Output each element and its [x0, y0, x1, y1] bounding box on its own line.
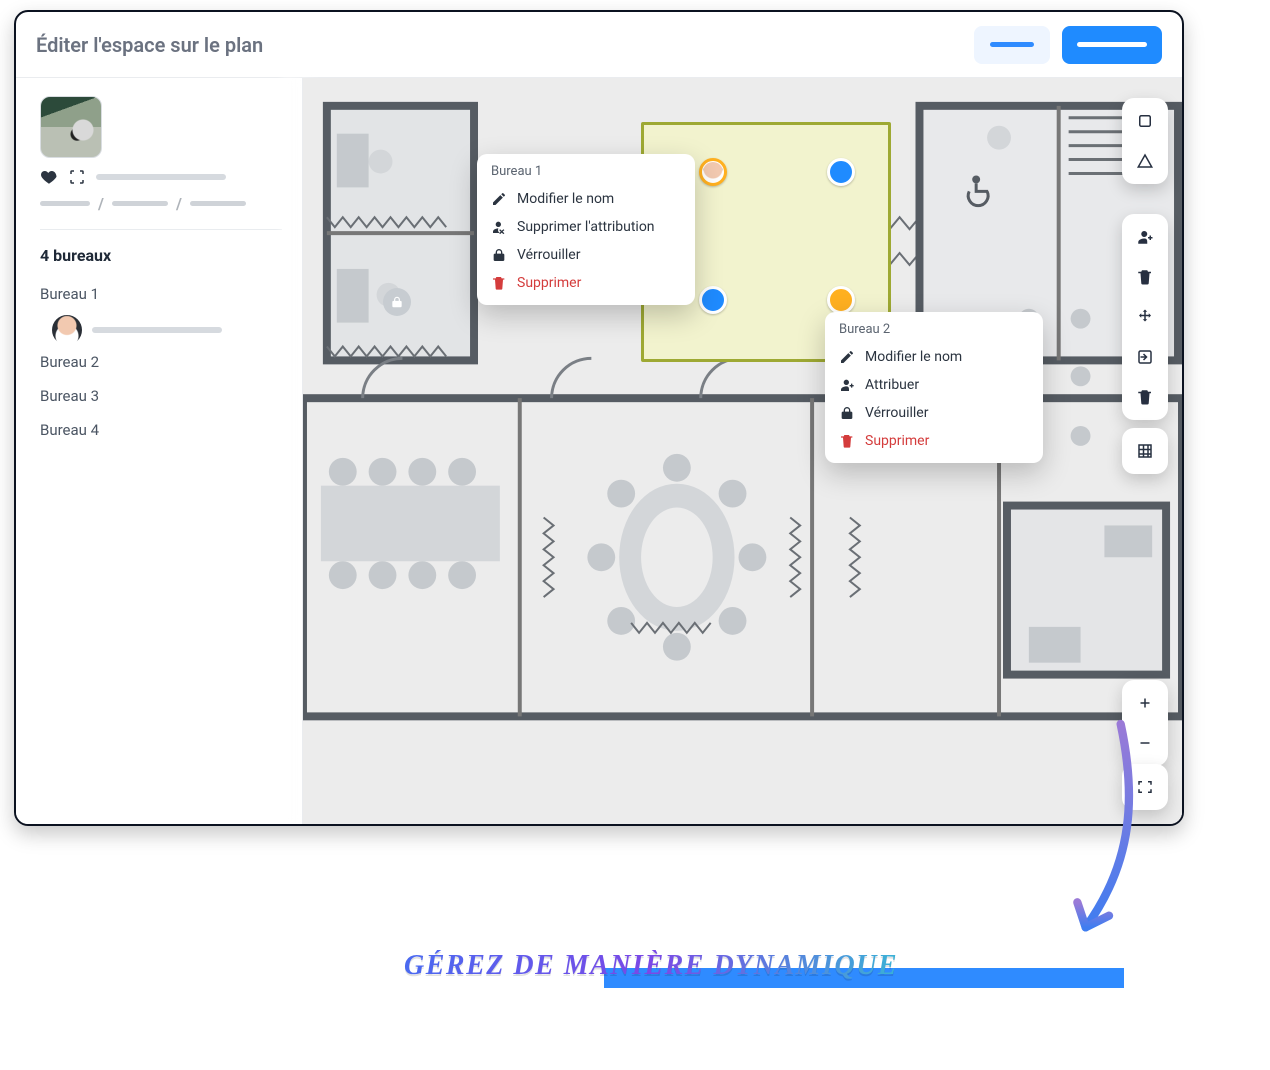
office-list: Bureau 1 Bureau 2 Bureau 3 Bureau 4: [40, 277, 282, 447]
space-thumbnail[interactable]: [40, 96, 102, 158]
trash-icon: [839, 433, 855, 449]
menu-item-lock[interactable]: Vérrouiller: [491, 241, 681, 269]
pencil-icon: [491, 191, 507, 207]
lock-icon: [491, 247, 507, 263]
trash-icon: [491, 275, 507, 291]
zoom-out[interactable]: [1128, 726, 1162, 760]
triangle-icon: [1136, 152, 1154, 170]
app-window: Éditer l'espace sur le plan / / 4 bureau: [14, 10, 1184, 826]
menu-item-unassign[interactable]: Supprimer l'attribution: [491, 213, 681, 241]
move-icon: [1136, 308, 1154, 326]
tool-triangle[interactable]: [1128, 144, 1162, 178]
header-actions: [974, 26, 1162, 64]
tool-move[interactable]: [1128, 300, 1162, 334]
section-title: 4 bureaux: [40, 246, 282, 265]
trash-icon: [1136, 388, 1154, 406]
tool-assign[interactable]: [1128, 220, 1162, 254]
sidebar-item-bureau-3[interactable]: Bureau 3: [40, 379, 282, 413]
promo-text: Gérez de manière dynamique: [404, 950, 898, 982]
placeholder-line: [40, 201, 90, 206]
fullscreen-icon: [1136, 778, 1154, 796]
context-menu-title: Bureau 2: [839, 322, 1029, 337]
person-add-icon: [1136, 228, 1154, 246]
grid-toolbar: [1122, 428, 1168, 474]
menu-item-label: Attribuer: [865, 377, 919, 393]
menu-item-assign[interactable]: Attribuer: [839, 371, 1029, 399]
menu-item-label: Supprimer: [865, 433, 929, 449]
desk-marker-blue[interactable]: [827, 158, 855, 186]
locked-desk-indicator: [383, 288, 411, 316]
avatar: [52, 315, 82, 345]
placeholder-line: [190, 201, 246, 206]
tool-trash[interactable]: [1128, 260, 1162, 294]
zoom-in[interactable]: [1128, 686, 1162, 720]
menu-item-edit[interactable]: Modifier le nom: [839, 343, 1029, 371]
trash-icon: [1136, 268, 1154, 286]
menu-item-label: Modifier le nom: [865, 349, 962, 365]
assigned-user-name: [92, 327, 282, 333]
fullscreen[interactable]: [1128, 770, 1162, 804]
person-add-icon: [839, 377, 855, 393]
breadcrumb-separator: /: [98, 194, 104, 213]
secondary-button[interactable]: [974, 26, 1050, 64]
minus-icon: [1136, 734, 1154, 752]
context-menu-bureau-1: Bureau 1 Modifier le nom Supprimer l'att…: [477, 154, 695, 305]
tool-trash-2[interactable]: [1128, 380, 1162, 414]
shape-toolbar: [1122, 98, 1168, 184]
desk-marker-avatar[interactable]: [699, 158, 727, 186]
tool-square[interactable]: [1128, 104, 1162, 138]
assigned-user-row[interactable]: [40, 315, 282, 345]
unassign-icon: [491, 219, 507, 235]
menu-item-label: Supprimer: [517, 275, 581, 291]
desk-marker-yellow[interactable]: [827, 286, 855, 314]
menu-item-edit[interactable]: Modifier le nom: [491, 185, 681, 213]
breadcrumb-separator: /: [176, 194, 182, 213]
fullscreen-toolbar: [1122, 764, 1168, 810]
menu-item-label: Vérrouiller: [865, 405, 928, 421]
sidebar-item-bureau-2[interactable]: Bureau 2: [40, 345, 282, 379]
menu-item-label: Supprimer l'attribution: [517, 219, 655, 235]
scan-icon[interactable]: [68, 168, 86, 186]
header: Éditer l'espace sur le plan: [16, 12, 1182, 78]
heart-icon[interactable]: [40, 168, 58, 186]
primary-button[interactable]: [1062, 26, 1162, 64]
menu-item-delete[interactable]: Supprimer: [839, 427, 1029, 455]
thumbnail-actions: [40, 168, 282, 186]
square-icon: [1136, 112, 1154, 130]
menu-item-delete[interactable]: Supprimer: [491, 269, 681, 297]
floorplan-svg: [303, 78, 1182, 822]
export-icon: [1136, 348, 1154, 366]
sidebar-item-bureau-4[interactable]: Bureau 4: [40, 413, 282, 447]
page-title: Éditer l'espace sur le plan: [36, 33, 263, 57]
tool-export[interactable]: [1128, 340, 1162, 374]
edit-toolbar: [1122, 214, 1168, 420]
floorplan-canvas[interactable]: Bureau 1 Modifier le nom Supprimer l'att…: [302, 78, 1182, 824]
zoom-toolbar: [1122, 680, 1168, 766]
plus-icon: [1136, 694, 1154, 712]
desk-marker-blue[interactable]: [699, 286, 727, 314]
sidebar: / / 4 bureaux Bureau 1 Bureau 2 Bureau 3…: [16, 78, 302, 824]
body: / / 4 bureaux Bureau 1 Bureau 2 Bureau 3…: [16, 78, 1182, 824]
placeholder-line: [112, 201, 168, 206]
placeholder-line: [96, 174, 226, 180]
pencil-icon: [839, 349, 855, 365]
context-menu-bureau-2: Bureau 2 Modifier le nom Attribuer Vérro…: [825, 312, 1043, 463]
divider: [40, 229, 282, 230]
lock-icon: [839, 405, 855, 421]
menu-item-label: Vérrouiller: [517, 247, 580, 263]
context-menu-title: Bureau 1: [491, 164, 681, 179]
sidebar-item-bureau-1[interactable]: Bureau 1: [40, 277, 282, 311]
grid-icon: [1136, 442, 1154, 460]
tool-grid[interactable]: [1128, 434, 1162, 468]
breadcrumb: / /: [40, 194, 282, 213]
menu-item-lock[interactable]: Vérrouiller: [839, 399, 1029, 427]
menu-item-label: Modifier le nom: [517, 191, 614, 207]
